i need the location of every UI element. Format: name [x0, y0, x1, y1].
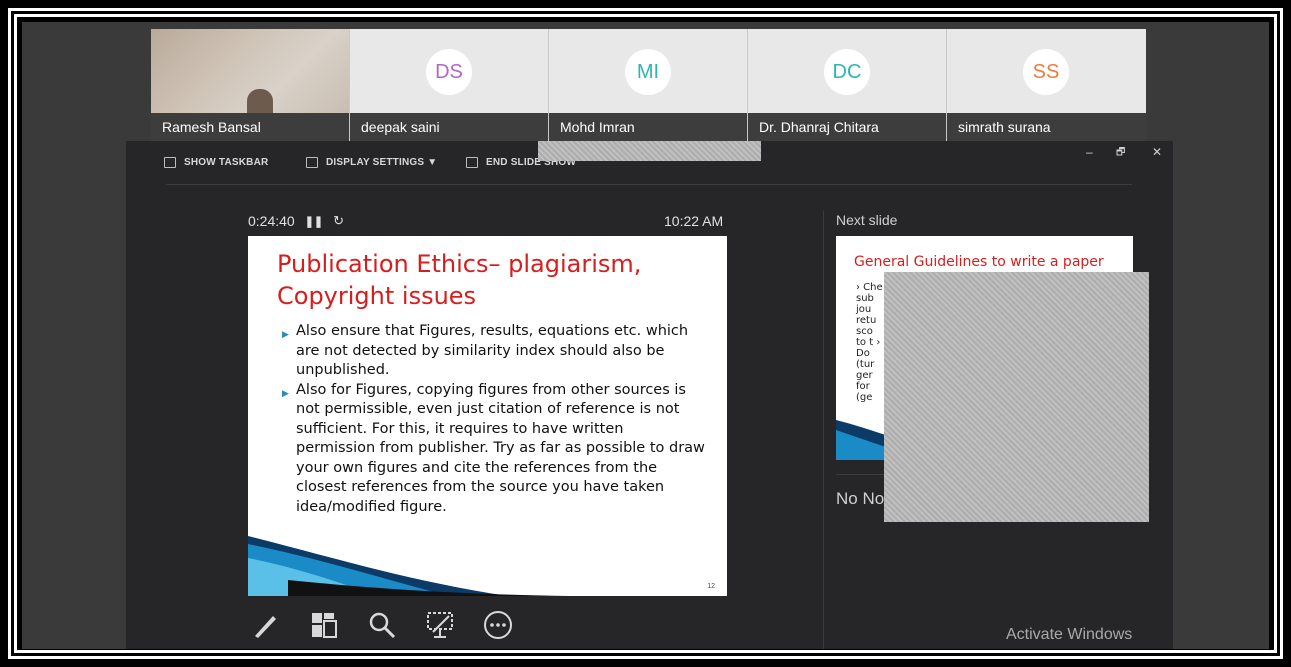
slide-bullet: ▶ Also for Figures, copying figures from …	[282, 381, 707, 518]
current-slide[interactable]: Publication Ethics– plagiarism, Copyrigh…	[248, 236, 727, 596]
participant-tile[interactable]: Ramesh Bansal	[151, 29, 350, 141]
restore-button[interactable]: 🗗	[1116, 145, 1125, 162]
clock: 10:22 AM	[664, 213, 724, 229]
participant-name: Dr. Dhanraj Chitara	[748, 113, 946, 141]
next-slide-text: › Che sub jou retu sco to t › Do (tur ge…	[856, 282, 883, 403]
reset-icon[interactable]: ↻	[333, 213, 344, 229]
minimize-button[interactable]: –	[1086, 145, 1093, 159]
redaction-overlay	[884, 272, 1149, 522]
participant-avatar: SS	[1023, 49, 1069, 95]
bullet-text: Also ensure that Figures, results, equat…	[296, 323, 689, 378]
more-icon[interactable]	[480, 607, 516, 643]
participant-avatar: DC	[824, 49, 870, 95]
next-slide-label: Next slide	[836, 212, 898, 228]
display-settings-icon	[306, 157, 318, 168]
presenter-tools	[248, 607, 516, 643]
participant-tile[interactable]: MI Mohd Imran	[549, 29, 748, 141]
presenter-view: SHOW TASKBAR DISPLAY SETTINGS ▼ END SLID…	[126, 141, 1173, 649]
participant-name: Ramesh Bansal	[151, 113, 349, 141]
pen-icon[interactable]	[248, 607, 284, 643]
display-settings-button[interactable]: DISPLAY SETTINGS ▼	[306, 157, 437, 168]
participant-name: deepak saini	[350, 113, 548, 141]
bullet-icon: ▶	[282, 388, 289, 399]
screen: Ramesh Bansal DS deepak saini MI Mohd Im…	[22, 22, 1269, 649]
slide-title: Publication Ethics– plagiarism, Copyrigh…	[277, 248, 707, 312]
activate-windows-watermark: Activate Windows	[1006, 626, 1133, 643]
slide-swoosh-decoration	[248, 536, 568, 596]
pane-divider	[823, 211, 824, 649]
participant-name: Mohd Imran	[549, 113, 747, 141]
participant-avatar: MI	[625, 49, 671, 95]
slide-title-line1: Publication Ethics– plagiarism,	[277, 250, 642, 278]
participant-avatar: DS	[426, 49, 472, 95]
end-show-icon	[466, 157, 478, 168]
slide-grid-icon[interactable]	[306, 607, 342, 643]
display-settings-label: DISPLAY SETTINGS ▼	[326, 157, 438, 168]
participant-name: simrath surana	[947, 113, 1146, 141]
participant-strip: Ramesh Bansal DS deepak saini MI Mohd Im…	[151, 29, 1146, 141]
next-slide-title: General Guidelines to write a paper	[854, 254, 1104, 270]
show-taskbar-button[interactable]: SHOW TASKBAR	[164, 157, 268, 168]
toolbar-divider	[166, 184, 1132, 185]
speaker-notes: No No	[836, 489, 885, 508]
slide-bullets: ▶ Also ensure that Figures, results, equa…	[282, 322, 707, 517]
pointer-screen-icon[interactable]	[422, 607, 458, 643]
slide-title-line2: Copyright issues	[277, 282, 477, 310]
zoom-icon[interactable]	[364, 607, 400, 643]
taskbar-icon	[164, 157, 176, 168]
elapsed-time: 0:24:40	[248, 213, 295, 229]
close-button[interactable]: ✕	[1152, 145, 1162, 159]
redaction-overlay-top	[538, 141, 761, 161]
pause-icon[interactable]: ❚❚	[305, 215, 323, 228]
participant-tile[interactable]: SS simrath surana	[947, 29, 1146, 141]
show-taskbar-label: SHOW TASKBAR	[184, 157, 269, 168]
bullet-icon: ▶	[282, 330, 289, 340]
participant-tile[interactable]: DC Dr. Dhanraj Chitara	[748, 29, 947, 141]
bullet-text: Also for Figures, copying figures from o…	[296, 381, 705, 515]
participant-tile[interactable]: DS deepak saini	[350, 29, 549, 141]
slide-number: 12	[707, 583, 715, 590]
elapsed-timer: 0:24:40 ❚❚ ↻	[248, 213, 344, 229]
slide-bullet: ▶ Also ensure that Figures, results, equa…	[282, 322, 707, 381]
